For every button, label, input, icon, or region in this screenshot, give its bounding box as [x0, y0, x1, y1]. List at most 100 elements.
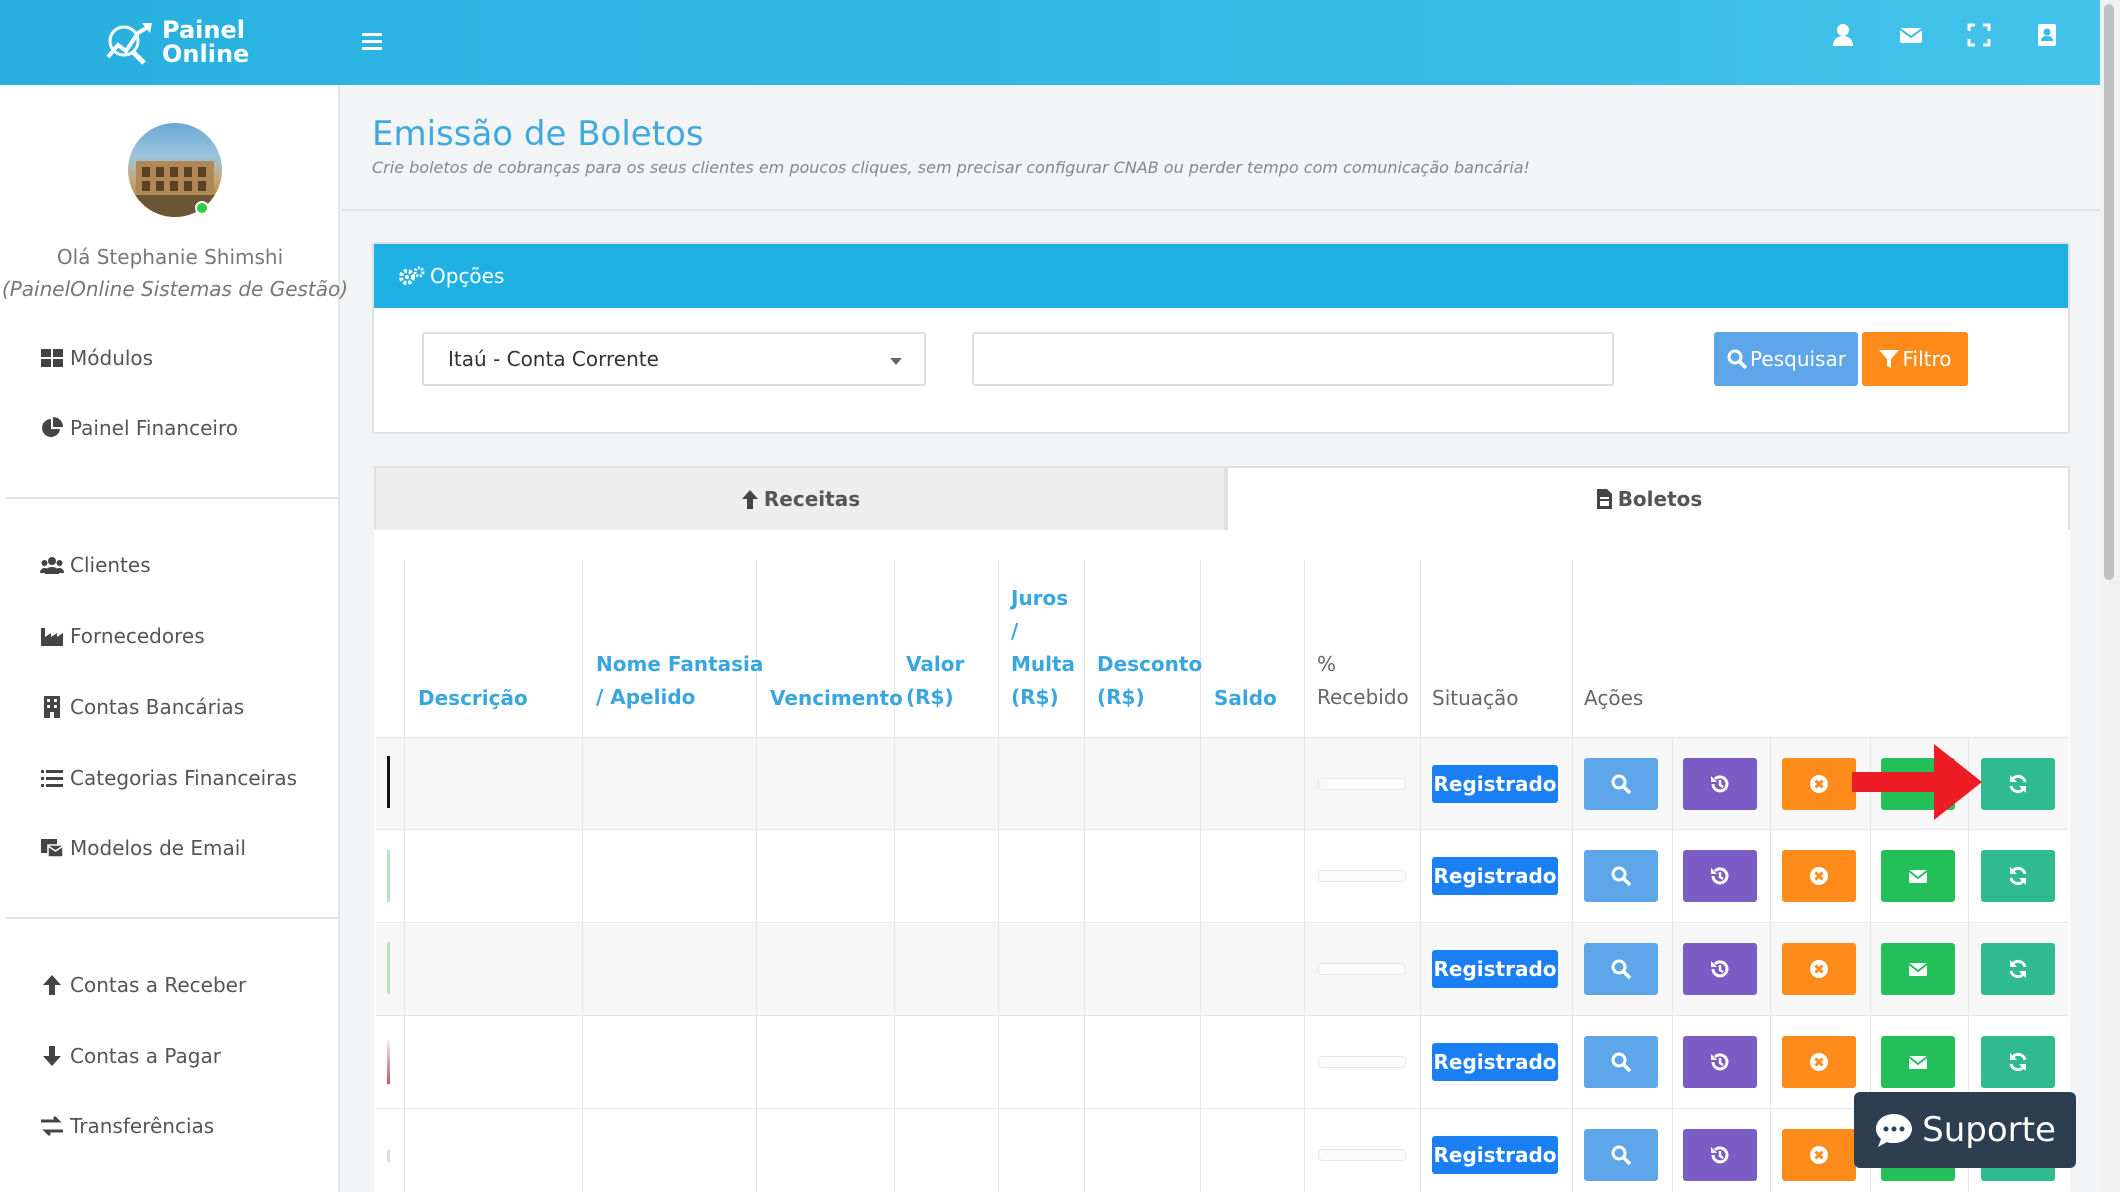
fullscreen-icon[interactable] — [1966, 22, 1992, 48]
refresh-boleto-button[interactable] — [1981, 758, 2055, 810]
cancel-boleto-button[interactable] — [1782, 850, 1856, 902]
times-circle-icon — [1810, 867, 1828, 885]
users-icon — [40, 557, 64, 574]
send-email-button[interactable] — [1881, 850, 1955, 902]
avatar[interactable] — [128, 123, 222, 217]
status-badge: Registrado — [1432, 1043, 1558, 1081]
view-boleto-button[interactable] — [1584, 758, 1658, 810]
sidebar-item-label: Contas a Receber — [70, 973, 247, 997]
exchange-icon — [41, 1115, 63, 1137]
chevron-down-icon — [890, 358, 902, 365]
history-button[interactable] — [1683, 1036, 1757, 1088]
grid-icon — [41, 349, 63, 367]
send-email-button[interactable] — [1881, 943, 1955, 995]
top-bar: Painel Online — [0, 0, 2120, 85]
envelope-icon[interactable] — [1898, 22, 1924, 48]
user-company: (PainelOnline Sistemas de Gestão) — [1, 277, 349, 301]
sidebar-item-label: Fornecedores — [70, 624, 205, 648]
tab-boletos[interactable]: Boletos — [1226, 466, 2070, 530]
page-title: Emissão de Boletos — [372, 114, 704, 154]
sidebar-item-label: Contas Bancárias — [70, 695, 245, 719]
column-divider — [404, 560, 405, 1192]
history-button[interactable] — [1683, 758, 1757, 810]
received-progress-bar — [1318, 1056, 1406, 1068]
th-label: Valor — [906, 652, 965, 676]
status-badge: Registrado — [1432, 765, 1558, 803]
status-badge: Registrado — [1432, 857, 1558, 895]
view-boleto-button[interactable] — [1584, 1036, 1658, 1088]
search-input[interactable] — [972, 332, 1614, 386]
sidebar-item-label: Transferências — [70, 1114, 215, 1138]
search-icon — [1611, 866, 1632, 887]
column-divider — [1084, 560, 1085, 1192]
th-label: Juros — [1011, 586, 1069, 610]
sidebar-item-modulos[interactable]: Módulos — [40, 341, 153, 375]
th-label: Nome Fantasia — [596, 652, 764, 676]
th-saldo[interactable]: Saldo — [1214, 682, 1277, 715]
filter-button[interactable]: Filtro — [1862, 332, 1968, 386]
list-icon — [41, 770, 63, 787]
tab-receitas[interactable]: Receitas — [374, 466, 1226, 530]
column-divider — [1572, 560, 1573, 1192]
history-button[interactable] — [1683, 943, 1757, 995]
logo-line2: Online — [162, 40, 250, 68]
th-vencimento[interactable]: Vencimento — [770, 682, 903, 715]
address-book-icon[interactable] — [2034, 22, 2060, 48]
sidebar-item-modelos-email[interactable]: Modelos de Email — [40, 831, 246, 865]
search-button[interactable]: Pesquisar — [1714, 332, 1858, 386]
options-panel-header: Opções — [374, 244, 2068, 308]
send-email-button[interactable] — [1881, 1036, 1955, 1088]
view-boleto-button[interactable] — [1584, 1129, 1658, 1181]
logo[interactable]: Painel Online — [104, 14, 274, 70]
times-circle-icon — [1810, 1053, 1828, 1071]
sidebar-item-label: Categorias Financeiras — [70, 766, 298, 790]
cancel-boleto-button[interactable] — [1782, 1036, 1856, 1088]
th-label: Multa — [1011, 652, 1076, 676]
sidebar-divider — [6, 917, 340, 919]
search-button-label: Pesquisar — [1750, 347, 1846, 371]
page-scrollbar[interactable] — [2100, 0, 2120, 1192]
history-icon — [1711, 960, 1729, 978]
sidebar-item-clientes[interactable]: Clientes — [40, 548, 151, 582]
cancel-boleto-button[interactable] — [1782, 758, 1856, 810]
refresh-boleto-button[interactable] — [1981, 850, 2055, 902]
sidebar-item-contas-pagar[interactable]: Contas a Pagar — [40, 1039, 221, 1073]
sidebar-item-contas-receber[interactable]: Contas a Receber — [40, 968, 246, 1002]
view-boleto-button[interactable] — [1584, 943, 1658, 995]
email-template-icon — [41, 839, 64, 858]
received-progress-bar — [1318, 870, 1406, 882]
user-icon[interactable] — [1830, 22, 1856, 48]
bank-account-select[interactable]: Itaú - Conta Corrente — [422, 332, 926, 386]
th-label: / Apelido — [596, 685, 696, 709]
th-nome-fantasia[interactable]: Nome Fantasia / Apelido — [596, 648, 763, 714]
th-label: / — [1011, 619, 1019, 643]
menu-toggle-icon[interactable] — [360, 30, 388, 54]
sidebar-item-transferencias[interactable]: Transferências — [40, 1109, 214, 1143]
th-situacao: Situação — [1432, 686, 1519, 710]
history-button[interactable] — [1683, 1129, 1757, 1181]
sidebar-item-contas-bancarias[interactable]: Contas Bancárias — [40, 690, 244, 724]
options-panel-title: Opções — [430, 264, 505, 288]
refresh-boleto-button[interactable] — [1981, 943, 2055, 995]
support-button[interactable]: Suporte — [1854, 1092, 2076, 1168]
th-juros-multa[interactable]: Juros / Multa (R$) — [1011, 582, 1075, 714]
sidebar-item-fornecedores[interactable]: Fornecedores — [40, 619, 205, 653]
sidebar-item-categorias-financeiras[interactable]: Categorias Financeiras — [40, 761, 297, 795]
sidebar-item-painel-financeiro[interactable]: Painel Financeiro — [40, 411, 238, 445]
filter-icon — [1879, 350, 1900, 368]
scrollbar-thumb[interactable] — [2104, 4, 2114, 580]
received-progress-bar — [1318, 778, 1406, 790]
search-icon — [1611, 1145, 1632, 1166]
refresh-boleto-button[interactable] — [1981, 1036, 2055, 1088]
th-desconto[interactable]: Desconto (R$) — [1097, 648, 1202, 714]
chat-bubble-icon — [1876, 1114, 1913, 1147]
row-status-marker — [387, 756, 390, 808]
cancel-boleto-button[interactable] — [1782, 1129, 1856, 1181]
th-valor[interactable]: Valor (R$) — [906, 648, 964, 714]
th-acoes: Ações — [1584, 686, 1644, 710]
cancel-boleto-button[interactable] — [1782, 943, 1856, 995]
row-status-marker — [387, 850, 390, 902]
history-button[interactable] — [1683, 850, 1757, 902]
view-boleto-button[interactable] — [1584, 850, 1658, 902]
th-descricao[interactable]: Descrição — [418, 682, 528, 715]
